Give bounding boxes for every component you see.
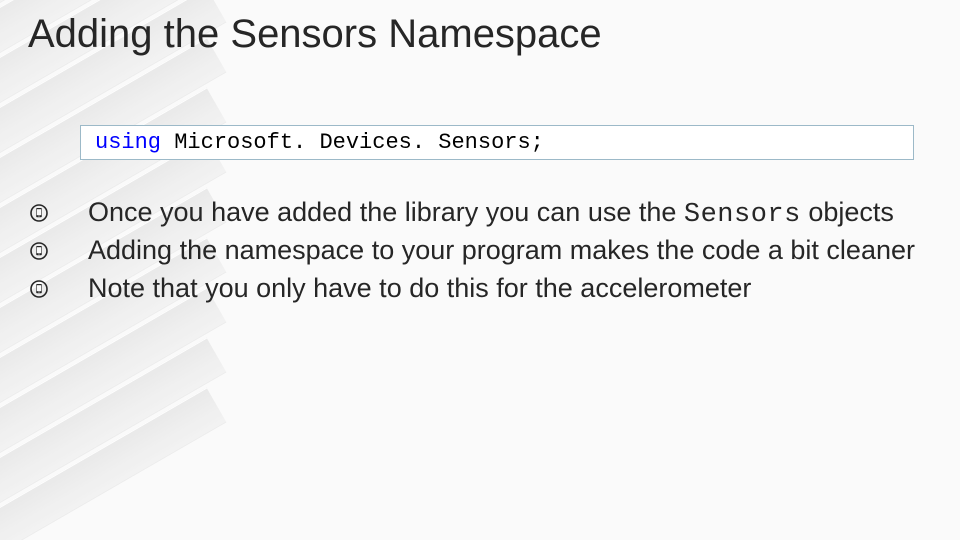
bullet-text: Note that you only have to do this for t…: [88, 273, 751, 303]
slide-title: Adding the Sensors Namespace: [28, 12, 602, 57]
list-item: Note that you only have to do this for t…: [28, 272, 918, 308]
bullet-text-post: objects: [801, 197, 894, 227]
code-snippet: using Microsoft. Devices. Sensors;: [80, 125, 914, 160]
phone-icon: [30, 242, 48, 260]
list-item: Once you have added the library you can …: [28, 196, 918, 232]
code-rest: Microsoft. Devices. Sensors;: [161, 130, 544, 155]
bullet-text: Once you have added the library you can …: [88, 197, 684, 227]
phone-icon: [30, 280, 48, 298]
phone-icon: [30, 204, 48, 222]
code-keyword: using: [95, 130, 161, 155]
bullet-code: Sensors: [684, 200, 801, 230]
slide: Adding the Sensors Namespace using Micro…: [0, 0, 960, 540]
bullet-text: Adding the namespace to your program mak…: [88, 235, 915, 265]
bullet-list: Once you have added the library you can …: [28, 196, 918, 310]
list-item: Adding the namespace to your program mak…: [28, 234, 918, 270]
